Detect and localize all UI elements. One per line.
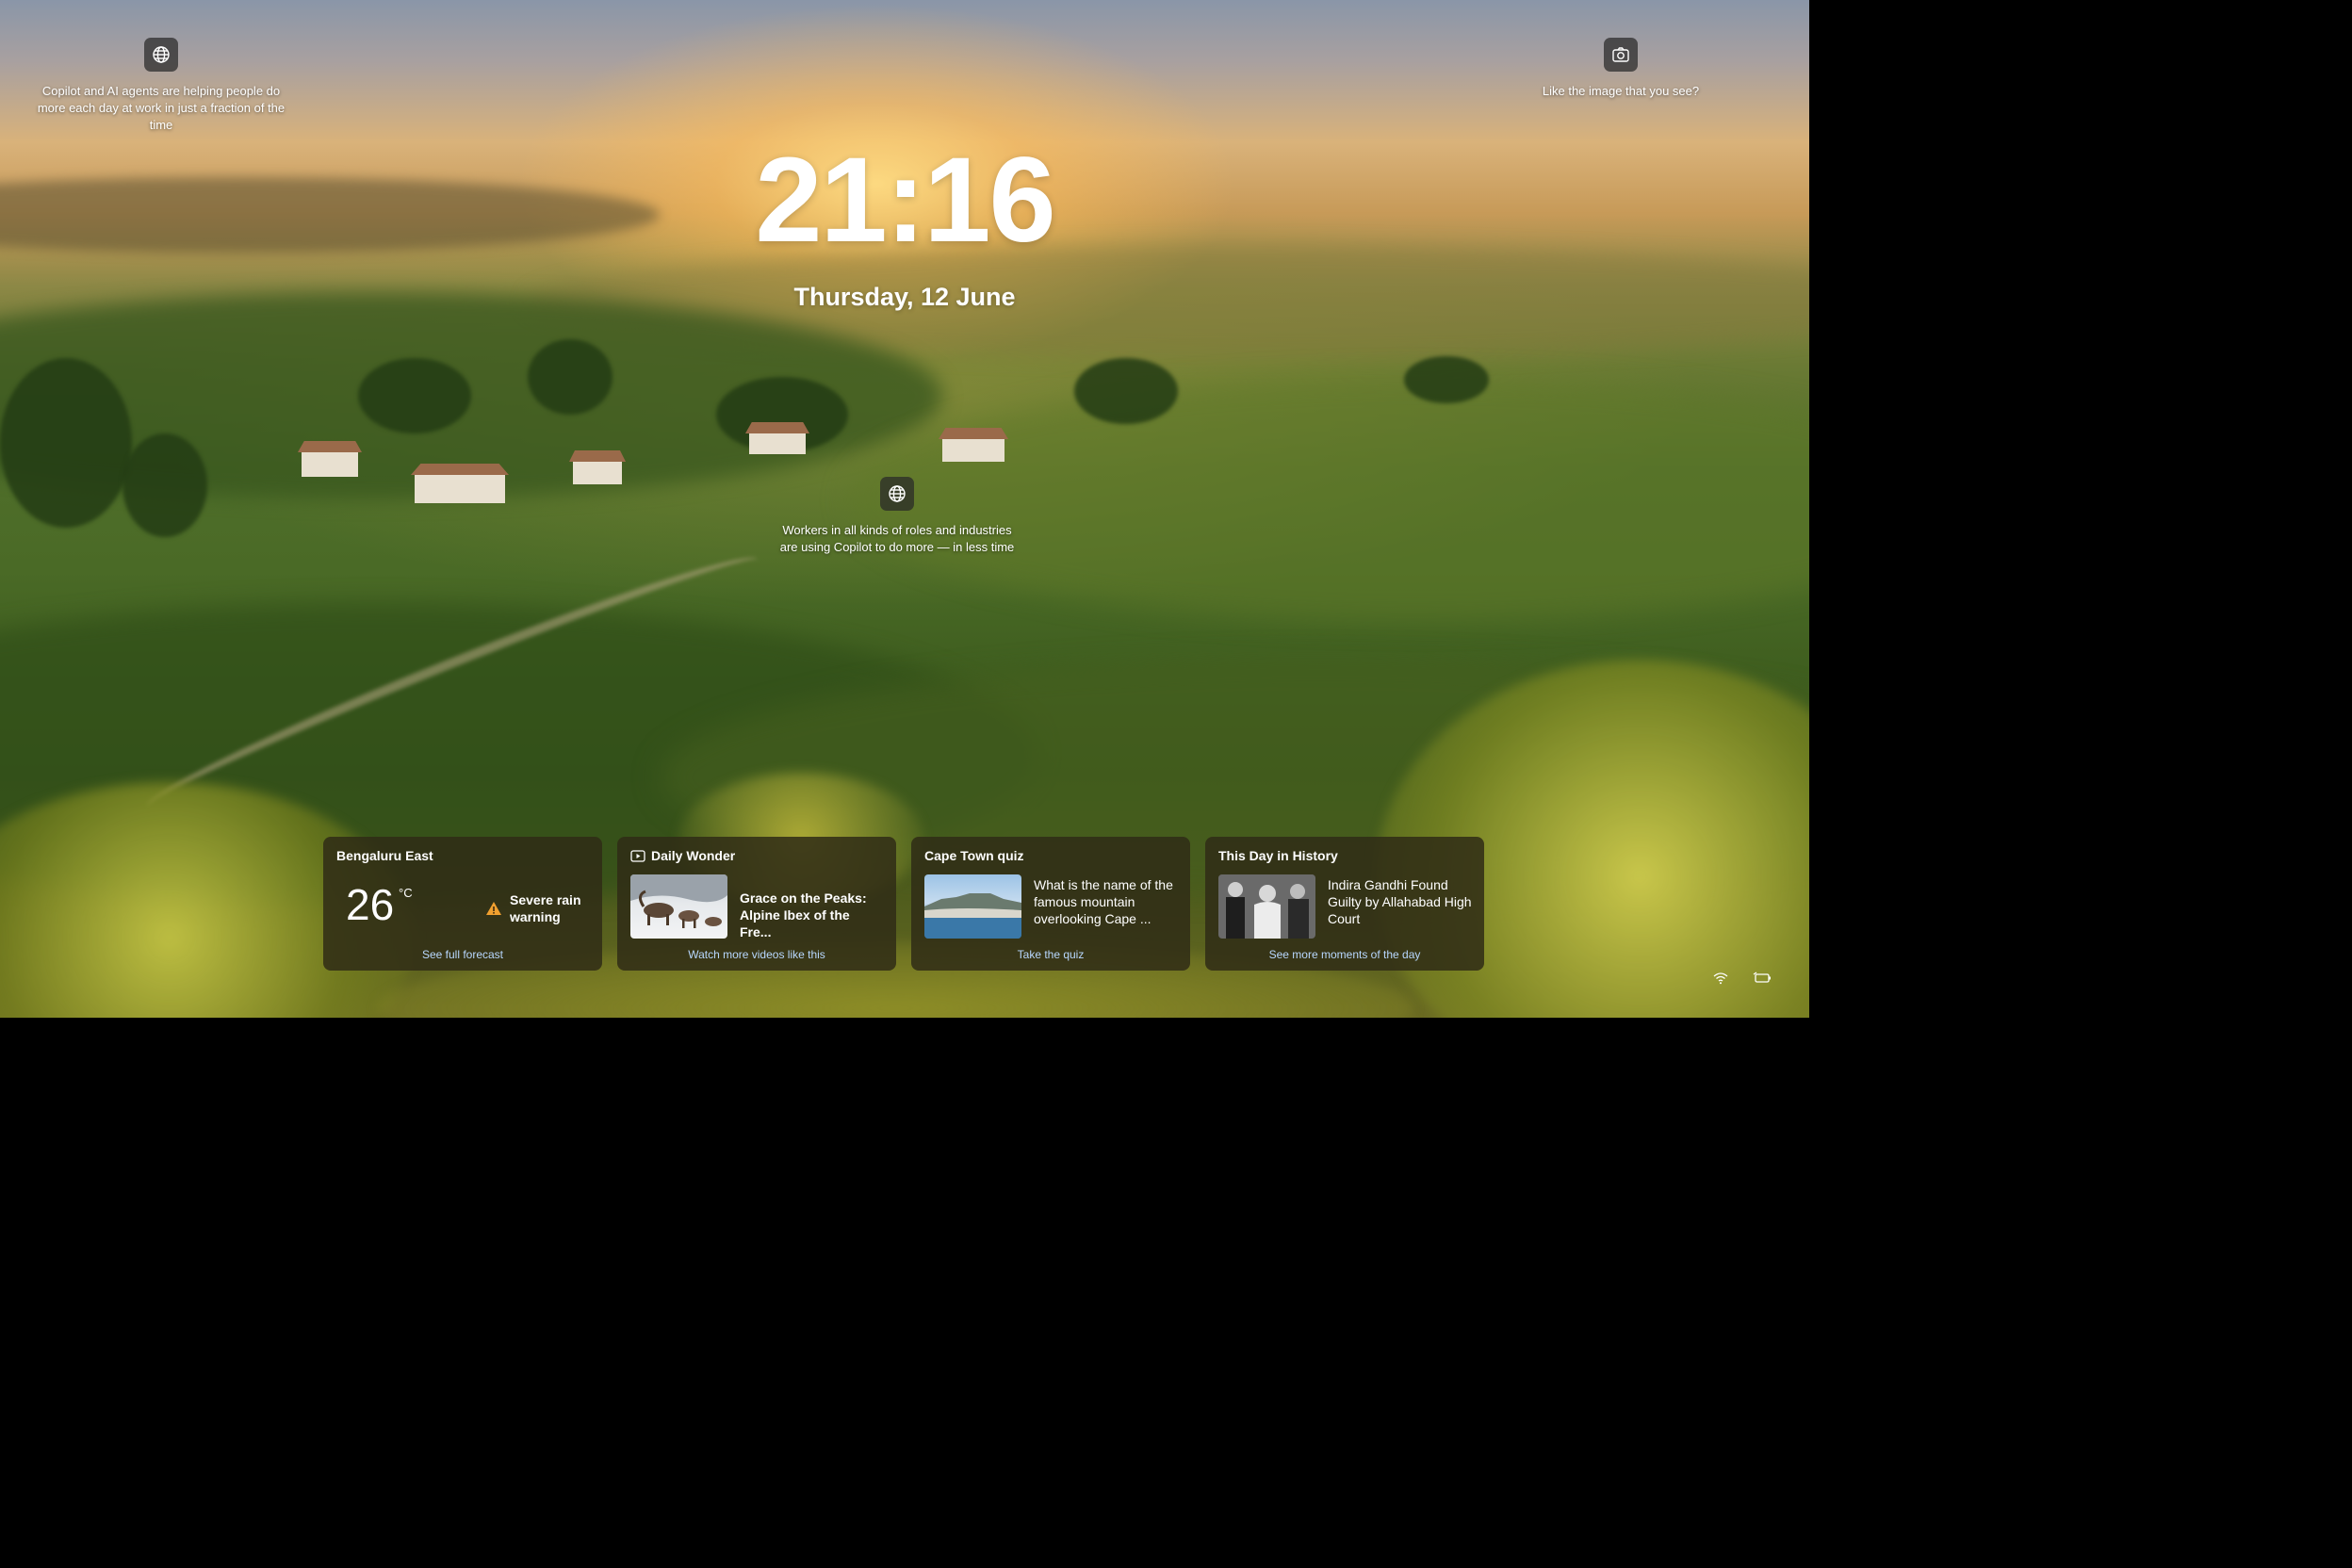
- spotlight-right[interactable]: Like the image that you see?: [1508, 38, 1734, 100]
- spotlight-center[interactable]: Workers in all kinds of roles and indust…: [775, 477, 1020, 556]
- weather-temperature: 26: [346, 880, 395, 929]
- weather-location: Bengaluru East: [336, 848, 433, 863]
- background-house: [749, 433, 806, 454]
- spotlight-left-text: Copilot and AI agents are helping people…: [37, 84, 286, 132]
- daily-wonder-card[interactable]: Daily Wonder Grace on the Peaks: Alpine …: [617, 837, 896, 971]
- background-house: [942, 439, 1004, 462]
- history-card[interactable]: This Day in History Indira Gandhi Found …: [1205, 837, 1484, 971]
- lock-clock: 21:16: [755, 133, 1055, 268]
- background-house: [302, 452, 358, 477]
- quiz-card[interactable]: Cape Town quiz What is the name of the f…: [911, 837, 1190, 971]
- history-headline: Indira Gandhi Found Guilty by Allahabad …: [1328, 877, 1472, 926]
- cape-town-image: [924, 893, 1021, 939]
- warning-icon: [486, 902, 501, 915]
- background-tree: [122, 433, 207, 537]
- history-title: This Day in History: [1218, 848, 1338, 863]
- background-house: [415, 475, 505, 503]
- video-icon: [630, 849, 645, 862]
- weather-alert[interactable]: Severe rain warning: [485, 891, 585, 925]
- quiz-title: Cape Town quiz: [924, 848, 1024, 863]
- globe-icon[interactable]: [144, 38, 178, 72]
- lock-date: Thursday, 12 June: [793, 283, 1016, 311]
- globe-icon[interactable]: [880, 477, 914, 511]
- ibex-thumbnail[interactable]: [630, 874, 727, 939]
- watch-more-videos-link[interactable]: Watch more videos like this: [617, 948, 896, 961]
- daily-wonder-header: Daily Wonder: [630, 848, 735, 863]
- history-photo: [1218, 874, 1315, 939]
- background-tree: [358, 358, 471, 433]
- spotlight-right-text: Like the image that you see?: [1542, 84, 1700, 98]
- background-tree: [1074, 358, 1178, 424]
- take-the-quiz-link[interactable]: Take the quiz: [911, 948, 1190, 961]
- camera-icon[interactable]: [1604, 38, 1638, 72]
- wifi-icon[interactable]: [1709, 969, 1732, 988]
- daily-wonder-title: Daily Wonder: [651, 848, 736, 863]
- history-thumbnail[interactable]: [1218, 874, 1315, 939]
- weather-alert-text: Severe rain warning: [510, 892, 581, 924]
- weather-unit: °C: [399, 886, 413, 900]
- see-full-forecast-link[interactable]: See full forecast: [323, 948, 602, 961]
- background-tree: [1404, 356, 1489, 403]
- daily-wonder-headline: Grace on the Peaks: Alpine Ibex of the F…: [740, 890, 867, 939]
- see-more-moments-link[interactable]: See more moments of the day: [1205, 948, 1484, 961]
- lock-screen: Copilot and AI agents are helping people…: [0, 0, 1809, 1018]
- quiz-question: What is the name of the famous mountain …: [1034, 877, 1173, 926]
- cape-town-thumbnail[interactable]: [924, 874, 1021, 939]
- spotlight-center-text: Workers in all kinds of roles and indust…: [779, 523, 1015, 554]
- weather-card[interactable]: Bengaluru East 26 °C Severe rain warning…: [323, 837, 602, 971]
- spotlight-left[interactable]: Copilot and AI agents are helping people…: [34, 38, 288, 134]
- background-house: [573, 462, 622, 484]
- battery-icon[interactable]: [1751, 969, 1773, 988]
- background-tree: [528, 339, 612, 415]
- ibex-image: [630, 874, 727, 928]
- background-tree: [0, 358, 132, 528]
